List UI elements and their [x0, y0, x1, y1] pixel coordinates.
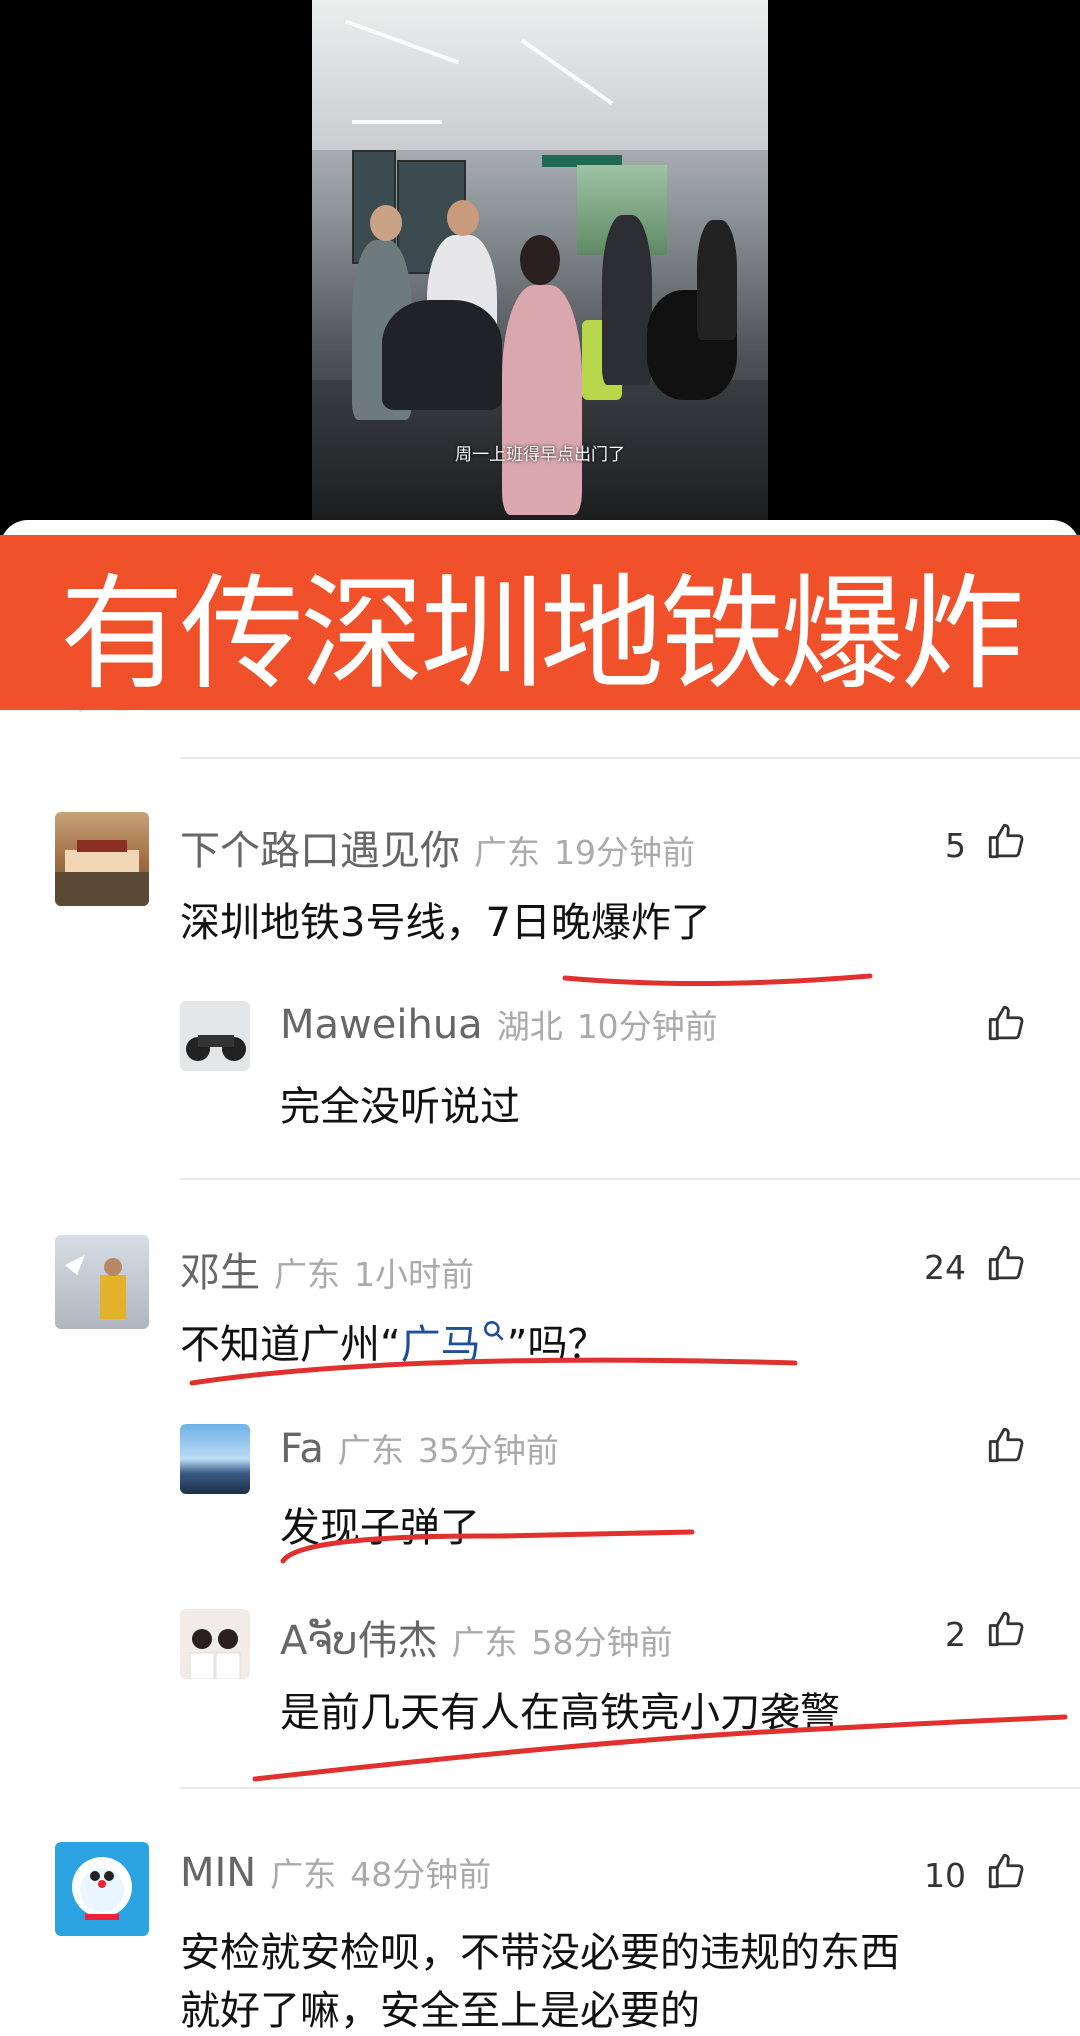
headline-text: 有传深圳地铁爆炸	[59, 562, 1024, 707]
location: 广东	[451, 1623, 518, 1662]
reply-author[interactable]: Aຈັບ伟杰 广东 58分钟前	[280, 1608, 672, 1666]
thumbs-up-icon[interactable]	[985, 1608, 1027, 1650]
username[interactable]: 下个路口遇见你	[180, 828, 460, 874]
video-frame: 周一上班得早点出门了	[312, 0, 768, 520]
video-player[interactable]: 周一上班得早点出门了	[0, 0, 1080, 540]
passenger	[697, 220, 737, 340]
avatar-image	[65, 1255, 126, 1319]
thumbs-up-icon[interactable]	[985, 820, 1027, 862]
woman-head	[520, 235, 560, 285]
comment-text-after: ”吗？	[506, 1322, 608, 1368]
username[interactable]: 邓生	[180, 1250, 260, 1296]
timestamp: 58分钟前	[531, 1623, 673, 1662]
comment-text-continued: 就好了嘛，安全至上是必要的	[180, 1988, 700, 2034]
avatar[interactable]	[180, 1609, 250, 1679]
search-link[interactable]: 广马	[401, 1320, 507, 1368]
location: 湖北	[496, 1007, 563, 1046]
avatar[interactable]	[55, 1842, 149, 1936]
username[interactable]: Maweihua	[280, 1002, 483, 1048]
comment-author[interactable]: 下个路口遇见你 广东 19分钟前	[180, 818, 695, 876]
reply-text: 完全没听说过	[280, 1084, 520, 1130]
station-ceiling	[312, 0, 768, 150]
like-count: 2	[945, 1615, 966, 1654]
avatar[interactable]	[180, 1001, 250, 1071]
timestamp: 1小时前	[354, 1255, 474, 1294]
comment-text-before: 不知道广州“	[180, 1322, 401, 1368]
woman-pink-coat	[502, 285, 582, 515]
divider	[180, 757, 1080, 759]
location: 广东	[337, 1431, 404, 1470]
timestamp: 19分钟前	[554, 833, 695, 872]
username[interactable]: MIN	[180, 1850, 256, 1896]
location: 广东	[270, 1855, 337, 1894]
comment-author[interactable]: 邓生 广东 1小时前	[180, 1240, 474, 1298]
thumbs-up-icon[interactable]	[985, 1424, 1027, 1466]
reply-text: 是前几天有人在高铁亮小刀袭警	[280, 1690, 840, 1736]
officer-head	[447, 200, 479, 236]
username[interactable]: Aຈັບ伟杰	[280, 1618, 437, 1664]
thumbs-up-icon[interactable]	[985, 1002, 1027, 1044]
location: 广东	[274, 1255, 340, 1294]
reply-author[interactable]: Maweihua 湖北 10分钟前	[280, 1000, 718, 1048]
video-caption: 周一上班得早点出门了	[455, 445, 625, 465]
search-link-label[interactable]: 广马	[401, 1322, 481, 1368]
thumbs-up-icon[interactable]	[985, 1242, 1027, 1284]
timestamp: 10分钟前	[576, 1007, 718, 1046]
timestamp: 35分钟前	[417, 1431, 559, 1470]
like-count: 5	[945, 826, 966, 865]
comment-text: 安检就安检呗，不带没必要的违规的东西	[180, 1930, 900, 1976]
avatar[interactable]	[55, 1235, 149, 1329]
passenger-head	[370, 205, 402, 241]
like-count: 10	[924, 1856, 966, 1895]
username[interactable]: Fa	[280, 1426, 324, 1472]
timestamp: 48分钟前	[350, 1855, 492, 1894]
crouching-passenger	[382, 300, 502, 410]
reply-text: 发现子弹了	[280, 1505, 480, 1551]
search-icon[interactable]	[481, 1320, 507, 1368]
location: 广东	[474, 833, 540, 872]
avatar-image	[55, 840, 149, 906]
divider	[180, 1178, 1080, 1180]
headline-banner: 有传深圳地铁爆炸	[0, 535, 1080, 710]
avatar-image	[189, 1629, 241, 1679]
passenger	[602, 215, 652, 385]
comment-author[interactable]: MIN 广东 48分钟前	[180, 1848, 491, 1896]
avatar[interactable]	[55, 812, 149, 906]
reply-author[interactable]: Fa 广东 35分钟前	[280, 1424, 559, 1472]
avatar-image	[72, 1857, 132, 1920]
avatar[interactable]	[180, 1424, 250, 1494]
ceiling-light	[352, 120, 442, 124]
thumbs-up-icon[interactable]	[985, 1850, 1027, 1892]
avatar-image	[186, 1035, 246, 1061]
comment-text: 深圳地铁3号线，7日晚爆炸了	[180, 900, 711, 946]
like-count: 24	[924, 1248, 966, 1287]
comment-text: 不知道广州“广马 ”吗？	[180, 1312, 607, 1370]
divider	[180, 1787, 1080, 1789]
